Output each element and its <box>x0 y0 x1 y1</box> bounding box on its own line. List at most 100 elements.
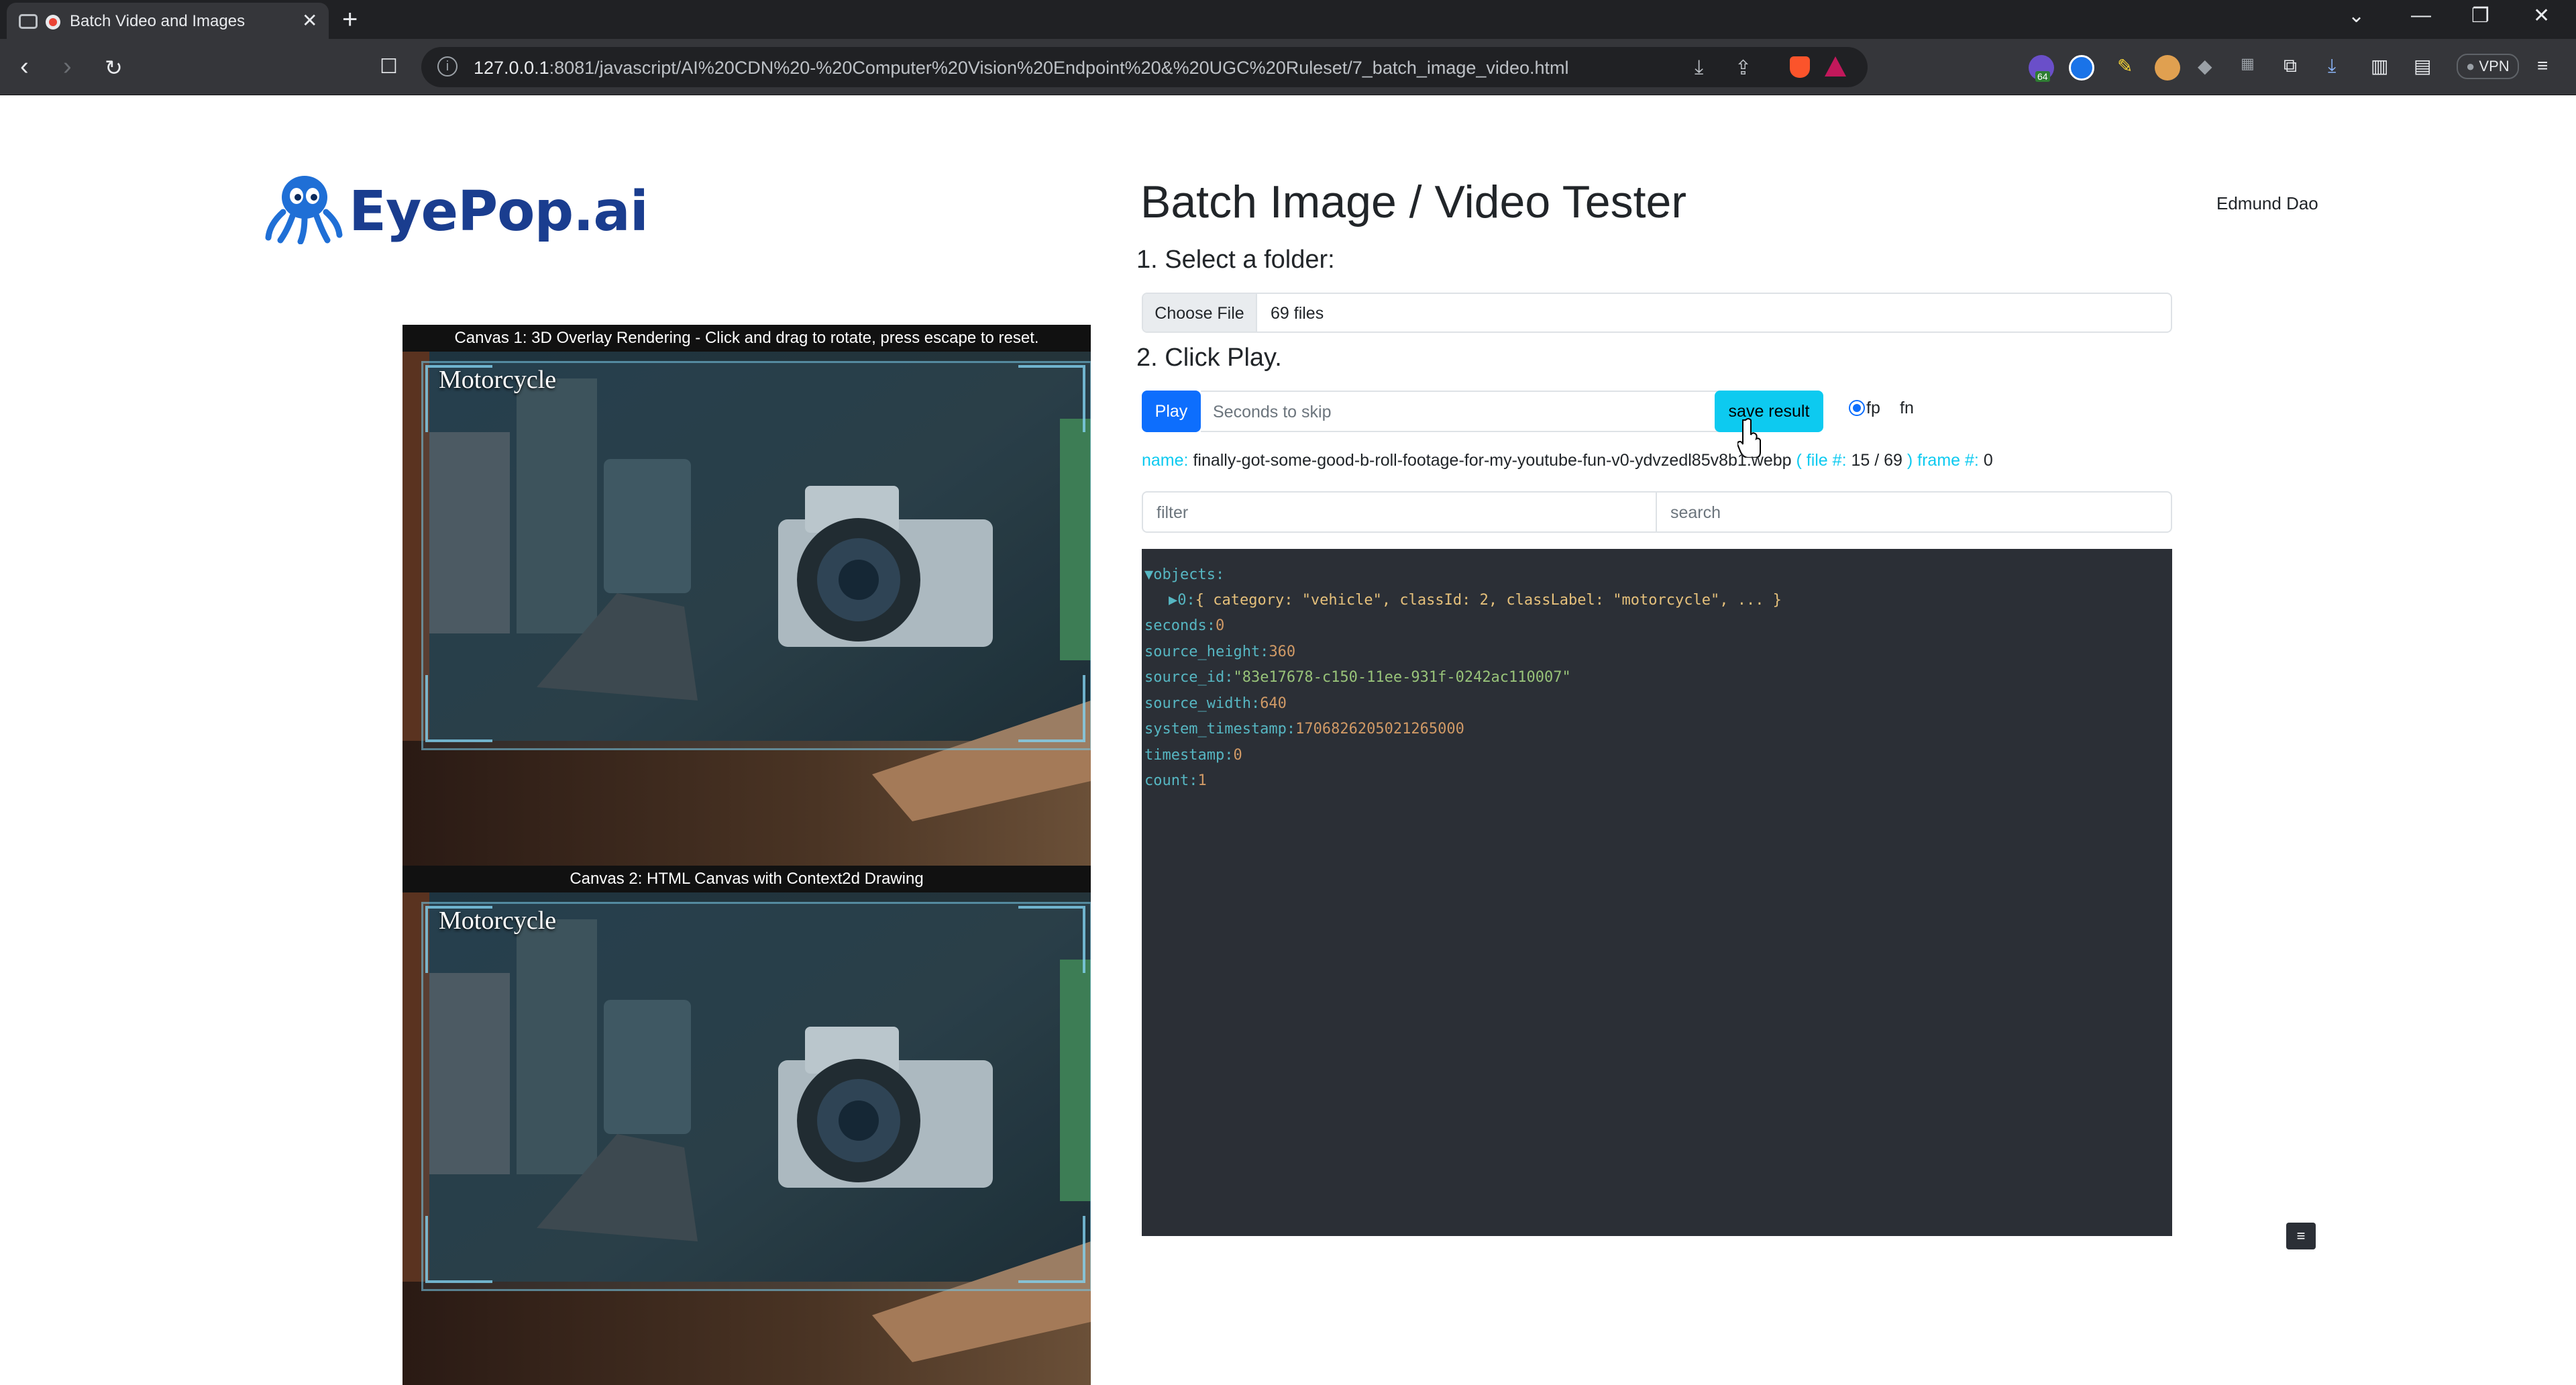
choose-file-button[interactable]: Choose File <box>1143 294 1257 331</box>
radio-fp-label: fp <box>1866 399 1880 417</box>
minimize-icon[interactable]: — <box>2411 4 2431 27</box>
extension-s-icon[interactable] <box>2069 55 2094 81</box>
octopus-logo-icon <box>265 176 343 244</box>
hamburger-menu-icon[interactable]: ≡ <box>2286 1223 2316 1249</box>
close-window-icon[interactable]: ✕ <box>2533 4 2550 28</box>
canvas2-caption: Canvas 2: HTML Canvas with Context2d Dra… <box>402 866 1091 892</box>
user-name: Edmund Dao <box>2216 193 2318 213</box>
pen-extension-icon[interactable]: ✎ <box>2117 55 2133 77</box>
bird-extension-icon[interactable]: ◆ <box>2198 55 2212 77</box>
tab-search-chevron-icon[interactable]: ⌄ <box>2348 4 2365 28</box>
downloads-icon[interactable]: ⤓ <box>2328 55 2336 77</box>
tab-title: Batch Video and Images <box>70 12 246 30</box>
save-result-button[interactable]: save result <box>1715 391 1823 432</box>
extension-badge: 64 <box>2035 71 2050 82</box>
json-row: timestamp:0 <box>1144 747 1242 764</box>
json-row: source_height:360 <box>1144 644 1295 660</box>
json-objects-toggle[interactable]: ▼objects: <box>1144 566 1224 583</box>
frame-key: ) frame #: <box>1907 451 1979 470</box>
back-icon[interactable]: ‹ <box>20 52 29 81</box>
folder-file-input[interactable]: Choose File 69 files <box>1142 293 2172 333</box>
file-name: finally-got-some-good-b-roll-footage-for… <box>1193 451 1792 470</box>
json-object-0[interactable]: ▶0:{ category: "vehicle", classId: 2, cl… <box>1169 592 1782 609</box>
json-row: source_id:"83e17678-c150-11ee-931f-0242a… <box>1144 669 1571 686</box>
share-icon[interactable]: ⇪ <box>1735 56 1752 80</box>
json-key: source_id: <box>1144 669 1234 686</box>
address-bar[interactable]: i 127.0.0.1:8081/javascript/AI%20CDN%20-… <box>421 47 1868 87</box>
filter-placeholder: filter <box>1157 503 1189 522</box>
search-placeholder: search <box>1670 503 1721 522</box>
recording-indicator-icon <box>46 15 60 30</box>
json-value: 1706826205021265000 <box>1295 721 1464 737</box>
json-row: source_width:640 <box>1144 695 1287 712</box>
skip-placeholder: Seconds to skip <box>1213 403 1332 421</box>
json-key: source_width: <box>1144 695 1260 712</box>
json-value: 0 <box>1215 617 1225 634</box>
step-select-folder: 1. Select a folder: <box>1136 246 1335 274</box>
box-corner <box>425 1216 492 1283</box>
tab-favicon-icon <box>19 14 38 29</box>
filter-input[interactable]: filter <box>1142 491 1657 533</box>
json-value: "83e17678-c150-11ee-931f-0242ac110007" <box>1233 669 1571 686</box>
page-title: Batch Image / Video Tester <box>1140 176 1686 227</box>
canvas1-caption: Canvas 1: 3D Overlay Rendering - Click a… <box>402 325 1091 352</box>
detection-box <box>421 361 1091 750</box>
tab-close-icon[interactable]: ✕ <box>302 9 317 32</box>
wallet-icon[interactable]: ▤ <box>2414 55 2431 77</box>
brave-shields-icon[interactable] <box>1790 56 1810 78</box>
forward-icon[interactable]: › <box>63 52 72 81</box>
json-key: source_height: <box>1144 643 1269 660</box>
canvas-3d-overlay[interactable]: Canvas 1: 3D Overlay Rendering - Click a… <box>402 325 1091 866</box>
url-text[interactable]: 127.0.0.1:8081/javascript/AI%20CDN%20-%2… <box>474 58 1568 79</box>
browser-toolbar: ‹ › ↻ ☐ i 127.0.0.1:8081/javascript/AI%2… <box>0 39 2576 95</box>
name-key: name: <box>1142 451 1189 470</box>
frame-number: 0 <box>1983 451 1993 470</box>
step-click-play: 2. Click Play. <box>1136 344 1282 372</box>
json-key: timestamp: <box>1144 746 1234 764</box>
json-row: count:1 <box>1144 772 1207 789</box>
json-key: system_timestamp: <box>1144 721 1296 737</box>
sidebar-icon[interactable]: ▥ <box>2371 55 2388 77</box>
extensions-puzzle-icon[interactable]: ⧉ <box>2284 55 2297 77</box>
json-row: seconds:0 <box>1144 617 1224 634</box>
keyboard-extension-icon[interactable]: ▦ <box>2241 55 2255 72</box>
json-viewer[interactable]: ▼objects: ▶0:{ category: "vehicle", clas… <box>1142 549 2172 1236</box>
current-file-info: name: finally-got-some-good-b-roll-foota… <box>1142 451 1993 470</box>
json-value: 1 <box>1197 772 1207 789</box>
page-content: EyePop.ai Batch Image / Video Tester Edm… <box>0 95 2576 1385</box>
detection-label: Motorcycle <box>439 907 557 935</box>
vpn-shield-icon: ● <box>2466 58 2479 74</box>
radio-fp[interactable] <box>1849 400 1865 416</box>
file-count: 69 files <box>1271 304 1324 323</box>
json-row: system_timestamp:1706826205021265000 <box>1144 721 1464 737</box>
browser-tab[interactable]: Batch Video and Images ✕ <box>7 3 329 39</box>
box-corner <box>1018 1216 1085 1283</box>
detection-box <box>421 902 1091 1291</box>
box-corner <box>425 675 492 742</box>
download-page-icon[interactable]: ⤓ <box>1695 56 1703 79</box>
browser-menu-icon[interactable]: ≡ <box>2537 55 2548 76</box>
json-value: 360 <box>1269 643 1296 660</box>
vpn-button[interactable]: ● VPN <box>2457 54 2519 79</box>
json-key: count: <box>1144 772 1198 789</box>
play-button[interactable]: Play <box>1142 391 1201 432</box>
box-corner <box>1018 365 1085 432</box>
canvas-2d-drawing[interactable]: Canvas 2: HTML Canvas with Context2d Dra… <box>402 866 1091 1385</box>
seconds-to-skip-input[interactable]: Seconds to skip <box>1201 391 1724 432</box>
logo-wordmark: EyePop.ai <box>349 180 649 244</box>
new-tab-icon[interactable]: + <box>342 3 358 36</box>
cookie-extension-icon[interactable] <box>2155 55 2180 81</box>
detection-label: Motorcycle <box>439 366 557 394</box>
json-value: 0 <box>1233 746 1242 764</box>
bookmark-icon[interactable]: ☐ <box>380 55 398 79</box>
reload-icon[interactable]: ↻ <box>105 55 123 81</box>
eyepop-logo: EyePop.ai <box>263 168 649 244</box>
json-key: seconds: <box>1144 617 1216 634</box>
file-number: 15 / 69 <box>1851 451 1902 470</box>
brave-rewards-icon[interactable] <box>1825 56 1846 76</box>
radio-fn-label[interactable]: fn <box>1900 399 1914 418</box>
restore-icon[interactable]: ❐ <box>2471 4 2489 28</box>
search-input[interactable]: search <box>1656 491 2172 533</box>
site-info-icon[interactable]: i <box>437 56 458 76</box>
browser-tab-bar: Batch Video and Images ✕ + ⌄ — ❐ ✕ <box>0 0 2576 39</box>
